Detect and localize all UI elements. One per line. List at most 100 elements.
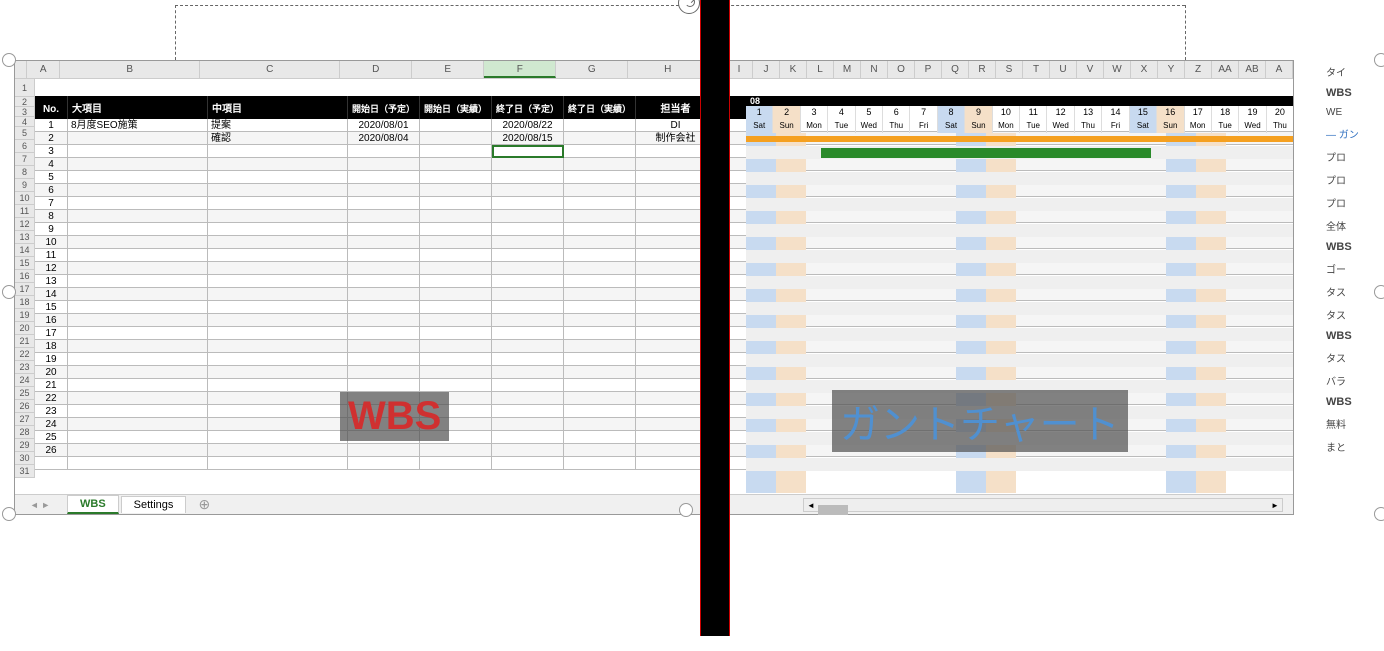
row-header-13[interactable]: 13 <box>15 231 35 244</box>
row-header-3[interactable]: 3 <box>15 107 35 117</box>
row-header-22[interactable]: 22 <box>15 348 35 361</box>
gantt-overlay-label: ガントチャート <box>832 390 1128 452</box>
col-header-N[interactable]: N <box>861 61 888 78</box>
gantt-day-6: 6Thu <box>883 106 910 133</box>
col-header-Y[interactable]: Y <box>1158 61 1185 78</box>
toc-item[interactable]: タス <box>1324 280 1384 303</box>
tab-nav-arrows[interactable]: ◄ ► <box>15 500 65 510</box>
row-header-21[interactable]: 21 <box>15 335 35 348</box>
select-all-corner[interactable] <box>15 61 27 78</box>
toc-item[interactable]: プロ <box>1324 145 1384 168</box>
row-header-28[interactable]: 28 <box>15 426 35 439</box>
col-header-Q[interactable]: Q <box>942 61 969 78</box>
col-header-V[interactable]: V <box>1077 61 1104 78</box>
toc-item[interactable]: ゴー <box>1324 257 1384 280</box>
row-header-11[interactable]: 11 <box>15 205 35 218</box>
row-header-19[interactable]: 19 <box>15 309 35 322</box>
col-header-A[interactable]: A <box>1266 61 1293 78</box>
row-header-16[interactable]: 16 <box>15 270 35 283</box>
row-header-12[interactable]: 12 <box>15 218 35 231</box>
col-header-U[interactable]: U <box>1050 61 1077 78</box>
row-header-29[interactable]: 29 <box>15 439 35 452</box>
col-header-J[interactable]: J <box>753 61 780 78</box>
col-header-O[interactable]: O <box>888 61 915 78</box>
col-header-Z[interactable]: Z <box>1185 61 1212 78</box>
col-header-AB[interactable]: AB <box>1239 61 1266 78</box>
row-header-30[interactable]: 30 <box>15 452 35 465</box>
row-header-25[interactable]: 25 <box>15 387 35 400</box>
tab-settings[interactable]: Settings <box>121 496 187 513</box>
toc-item[interactable]: WBS <box>1324 326 1384 346</box>
toc-item[interactable]: タス <box>1324 346 1384 369</box>
gantt-day-16: 16Sun <box>1157 106 1184 133</box>
row-header-20[interactable]: 20 <box>15 322 35 335</box>
toc-item[interactable]: まと <box>1324 435 1384 458</box>
row-header-17[interactable]: 17 <box>15 283 35 296</box>
col-header-B[interactable]: B <box>60 61 200 78</box>
resize-handle-icon[interactable] <box>1374 507 1384 521</box>
toc-item[interactable]: タイ <box>1324 60 1384 83</box>
gantt-bar-task2 <box>821 148 1151 158</box>
toc-item[interactable]: 無料 <box>1324 412 1384 435</box>
row-header-9[interactable]: 9 <box>15 179 35 192</box>
gantt-day-7: 7Fri <box>910 106 937 133</box>
horizontal-scrollbar[interactable]: ◄ ► <box>803 498 1283 512</box>
toc-item[interactable]: WBS <box>1324 392 1384 412</box>
row-header-1[interactable]: 1 <box>15 79 35 97</box>
col-header-H[interactable]: H <box>628 61 708 78</box>
tab-add-button[interactable]: ⊕ <box>194 496 214 513</box>
col-header-A[interactable]: A <box>27 61 60 78</box>
row-header-7[interactable]: 7 <box>15 153 35 166</box>
rotate-handle-icon[interactable] <box>678 0 700 14</box>
row-header-15[interactable]: 15 <box>15 257 35 270</box>
row-header-8[interactable]: 8 <box>15 166 35 179</box>
col-header-T[interactable]: T <box>1023 61 1050 78</box>
row-header-26[interactable]: 26 <box>15 400 35 413</box>
col-header-G[interactable]: G <box>556 61 628 78</box>
col-header-R[interactable]: R <box>969 61 996 78</box>
col-header-S[interactable]: S <box>996 61 1023 78</box>
toc-item[interactable]: タス <box>1324 303 1384 326</box>
row-header-23[interactable]: 23 <box>15 361 35 374</box>
row-header-4[interactable]: 4 <box>15 117 35 127</box>
row-header-5[interactable]: 5 <box>15 127 35 140</box>
scroll-thumb[interactable] <box>818 505 848 515</box>
toc-item[interactable]: ガン <box>1324 122 1384 145</box>
col-header-M[interactable]: M <box>834 61 861 78</box>
toc-item[interactable]: WBS <box>1324 83 1384 103</box>
scroll-left-icon[interactable]: ◄ <box>804 501 818 510</box>
row-header-27[interactable]: 27 <box>15 413 35 426</box>
row-header-10[interactable]: 10 <box>15 192 35 205</box>
row-header-24[interactable]: 24 <box>15 374 35 387</box>
row-header-6[interactable]: 6 <box>15 140 35 153</box>
row-header-18[interactable]: 18 <box>15 296 35 309</box>
row-header-2[interactable]: 2 <box>15 97 35 107</box>
col-header-X[interactable]: X <box>1131 61 1158 78</box>
toc-item[interactable]: 全体 <box>1324 214 1384 237</box>
col-header-C[interactable]: C <box>200 61 340 78</box>
col-header-P[interactable]: P <box>915 61 942 78</box>
sheet-tabs-bar: ◄ ► WBS Settings ⊕ ◄ ► <box>15 494 1293 514</box>
col-header-W[interactable]: W <box>1104 61 1131 78</box>
gantt-day-headers: 1Sat2Sun3Mon4Tue5Wed6Thu7Fri8Sat9Sun10Mo… <box>746 106 1293 133</box>
row-header-31[interactable]: 31 <box>15 465 35 478</box>
gantt-day-18: 18Tue <box>1212 106 1239 133</box>
col-header-E[interactable]: E <box>412 61 484 78</box>
toc-item[interactable]: WBS <box>1324 237 1384 257</box>
col-header-D[interactable]: D <box>340 61 412 78</box>
column-headers: ABCDEFGH IJKLMNOPQRSTUVWXYZAAABA <box>15 61 1293 79</box>
toc-item[interactable]: バラ <box>1324 369 1384 392</box>
gantt-day-8: 8Sat <box>938 106 965 133</box>
toc-item[interactable]: WE <box>1324 103 1384 122</box>
scroll-right-icon[interactable]: ► <box>1268 501 1282 510</box>
col-header-K[interactable]: K <box>780 61 807 78</box>
col-header-I[interactable]: I <box>726 61 753 78</box>
col-header-L[interactable]: L <box>807 61 834 78</box>
col-header-F[interactable]: F <box>484 61 556 78</box>
gantt-day-9: 9Sun <box>965 106 992 133</box>
toc-item[interactable]: プロ <box>1324 168 1384 191</box>
toc-item[interactable]: プロ <box>1324 191 1384 214</box>
col-header-AA[interactable]: AA <box>1212 61 1239 78</box>
tab-wbs[interactable]: WBS <box>67 495 119 514</box>
row-header-14[interactable]: 14 <box>15 244 35 257</box>
